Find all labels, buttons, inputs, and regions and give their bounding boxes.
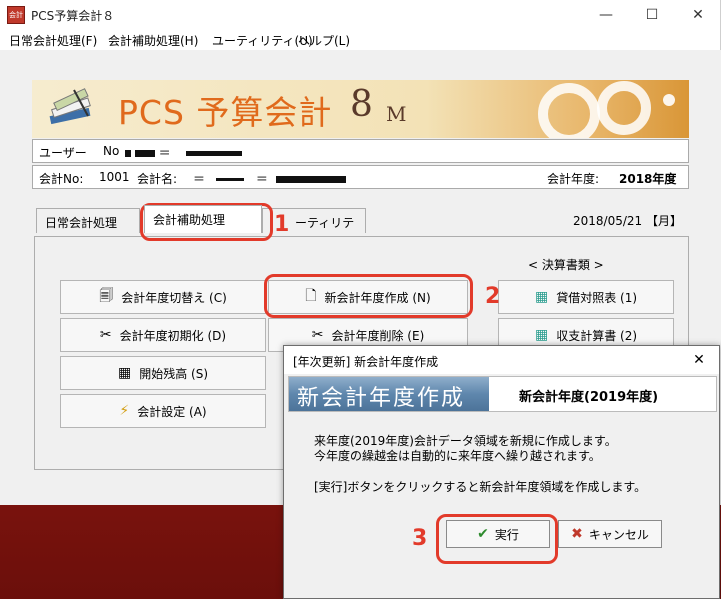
- cross-icon: ✖: [571, 526, 583, 542]
- scissors-icon: ✂: [99, 327, 112, 343]
- callout-1-number: 1: [274, 212, 290, 237]
- close-button[interactable]: ✕: [675, 0, 721, 30]
- callout-2-number: 2: [485, 284, 501, 309]
- ledger-icon: ▦: [534, 327, 549, 343]
- year-switch-button[interactable]: 🗐 会計年度切替え (C): [60, 280, 266, 314]
- dialog-header-title: 新会計年度作成: [289, 377, 489, 411]
- dialog-close-button[interactable]: ✕: [679, 346, 719, 374]
- callout-2-highlight: [264, 274, 473, 318]
- app-icon: 会計: [7, 6, 25, 24]
- account-year-label: 会計年度:: [547, 172, 600, 186]
- dialog-title: [年次更新] 新会計年度作成: [293, 355, 439, 369]
- cancel-label: キャンセル: [588, 527, 649, 542]
- dialog-header-year: 新会計年度(2019年度): [519, 390, 659, 405]
- user-redacted: ＝: [125, 144, 242, 161]
- banner-decoration-icon: [538, 81, 675, 138]
- opening-balance-button[interactable]: ▦ 開始残高 (S): [60, 356, 266, 390]
- dialog-header: 新会計年度作成 新会計年度(2019年度): [288, 376, 717, 412]
- tab-support[interactable]: 会計補助処理: [144, 205, 262, 233]
- callout-3-highlight: [436, 514, 558, 564]
- app-banner: PCS 予算会計 8 M: [32, 80, 689, 138]
- account-name-label: 会計名:: [137, 172, 178, 186]
- menu-support[interactable]: 会計補助処理(H): [108, 32, 198, 49]
- minimize-button[interactable]: —: [583, 0, 629, 30]
- new-year-dialog: [年次更新] 新会計年度作成 ✕ 新会計年度作成 新会計年度(2019年度) 来…: [283, 345, 720, 599]
- settings-label: 会計設定 (A): [137, 404, 207, 419]
- maximize-button[interactable]: ☐: [629, 0, 675, 30]
- user-no-label: No: [103, 144, 120, 158]
- books-logo-icon: [49, 88, 91, 125]
- init-year-button[interactable]: ✂ 会計年度初期化 (D): [60, 318, 266, 352]
- delete-year-label: 会計年度削除 (E): [331, 328, 425, 343]
- banner-suffix: M: [386, 102, 407, 126]
- tab-daily[interactable]: 日常会計処理: [36, 208, 140, 233]
- init-year-label: 会計年度初期化 (D): [119, 328, 227, 343]
- account-no-label: 会計No:: [39, 172, 84, 186]
- menu-help[interactable]: ヘルプ(L): [298, 32, 350, 49]
- callout-3-number: 3: [412, 526, 428, 551]
- income-statement-label: 収支計算書 (2): [556, 328, 638, 343]
- title-bar: 会計 PCS予算会計８ — ☐ ✕: [0, 0, 720, 30]
- menu-bar: 日常会計処理(F) 会計補助処理(H) ユーティリティ(U) ヘルプ(L): [0, 30, 720, 50]
- account-no: 1001: [99, 170, 130, 184]
- settings-button[interactable]: ⚡ 会計設定 (A): [60, 394, 266, 428]
- balance-sheet-button[interactable]: ▦ 貸借対照表 (1): [498, 280, 674, 314]
- opening-balance-label: 開始残高 (S): [139, 366, 209, 381]
- dialog-message-2: 今年度の繰越金は自動的に来年度へ繰り越されます。: [314, 449, 601, 463]
- account-row: 会計No: 1001 会計名: ＝ ＝ 会計年度: 2018年度: [32, 165, 689, 189]
- menu-daily[interactable]: 日常会計処理(F): [9, 32, 97, 49]
- banner-version: 8: [350, 84, 373, 125]
- closing-docs-label: < 決算書類 >: [528, 258, 604, 272]
- window-title: PCS予算会計８: [31, 9, 115, 23]
- dialog-message-3: [実行]ボタンをクリックすると新会計年度領域を作成します。: [314, 480, 647, 494]
- user-label: ユーザー: [39, 146, 87, 160]
- lightning-icon: ⚡: [119, 403, 130, 419]
- calculator-icon: ▦: [117, 365, 132, 381]
- ledger-icon: ▦: [534, 289, 549, 305]
- user-row: ユーザー No ＝: [32, 139, 689, 163]
- current-date: 2018/05/21 【月】: [573, 214, 682, 228]
- year-switch-label: 会計年度切替え (C): [121, 290, 227, 305]
- scissors-icon: ✂: [311, 327, 324, 343]
- dialog-title-bar: [年次更新] 新会計年度作成 ✕: [284, 346, 719, 374]
- copy-icon: 🗐: [99, 288, 114, 304]
- account-year: 2018年度: [619, 172, 677, 186]
- cancel-button[interactable]: ✖ キャンセル: [558, 520, 662, 548]
- banner-title: PCS 予算会計: [118, 93, 333, 132]
- balance-sheet-label: 貸借対照表 (1): [556, 290, 638, 305]
- account-name-redacted: ＝ ＝: [193, 170, 346, 187]
